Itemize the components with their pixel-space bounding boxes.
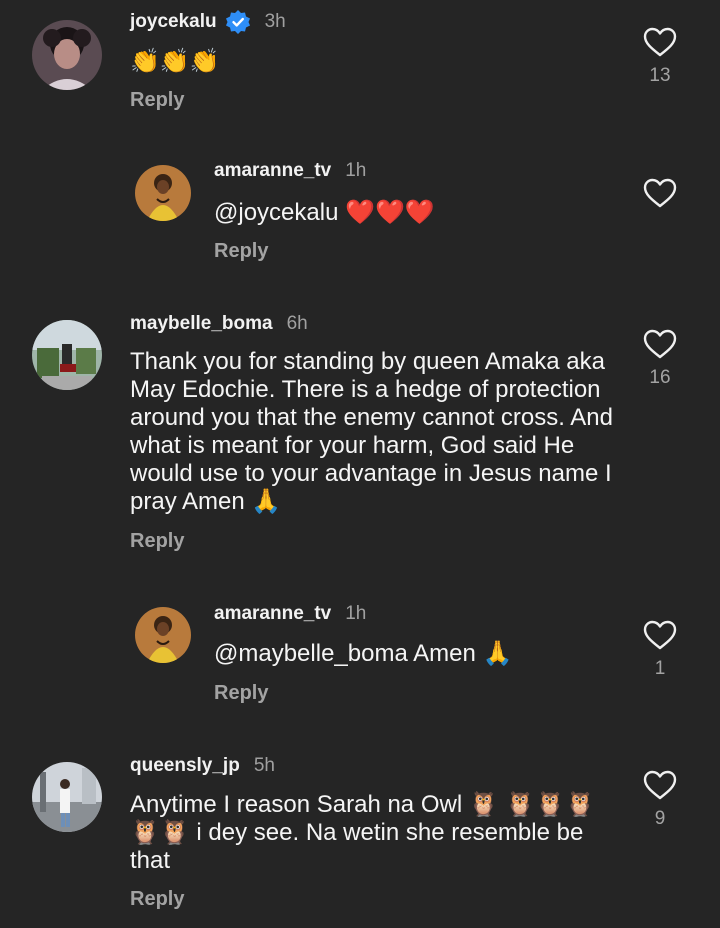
comment-header: amaranne_tv 1h bbox=[214, 160, 366, 182]
avatar-amaranne-tv[interactable] bbox=[135, 607, 191, 663]
timestamp: 1h bbox=[345, 160, 367, 181]
avatar-queensly-jp[interactable] bbox=[32, 762, 102, 832]
comment-text-content: 👏👏👏 bbox=[130, 47, 220, 75]
avatar-amaranne-tv[interactable] bbox=[135, 165, 191, 221]
timestamp: 1h bbox=[345, 603, 367, 624]
reply-amaranne-tv-2: amaranne_tv 1h @maybelle_boma Amen 🙏 Rep… bbox=[0, 592, 720, 722]
timestamp: 3h bbox=[264, 11, 286, 32]
like-button[interactable]: 1 bbox=[640, 620, 680, 680]
comment-header: queensly_jp 5h bbox=[130, 755, 275, 777]
username[interactable]: queensly_jp bbox=[130, 755, 240, 777]
username[interactable]: amaranne_tv bbox=[214, 603, 331, 625]
timestamp: 5h bbox=[253, 755, 275, 776]
comment-text-line: around you that the enemy cannot cross. … bbox=[130, 404, 613, 431]
like-count: 9 bbox=[654, 808, 666, 829]
username[interactable]: joycekalu bbox=[130, 11, 217, 33]
comment-text: @joycekalu ❤️❤️❤️ bbox=[214, 199, 624, 227]
username[interactable]: amaranne_tv bbox=[214, 160, 331, 182]
comment-text-line: Anytime I reason Sarah na Owl 🦉 🦉🦉🦉 bbox=[130, 791, 596, 818]
reply-button[interactable]: Reply bbox=[214, 682, 268, 705]
comment-maybelle-boma: maybelle_boma 6h Thank you for standing … bbox=[0, 300, 720, 570]
comment-text-line: that bbox=[130, 847, 171, 874]
reply-button[interactable]: Reply bbox=[130, 89, 184, 112]
comment-header: maybelle_boma 6h bbox=[130, 313, 308, 335]
avatar-maybelle-boma[interactable] bbox=[32, 320, 102, 390]
reply-button[interactable]: Reply bbox=[130, 530, 184, 553]
like-button[interactable]: 9 bbox=[640, 770, 680, 830]
reply-button[interactable]: Reply bbox=[130, 888, 184, 911]
comment-header: amaranne_tv 1h bbox=[214, 603, 366, 625]
heart-outline-icon bbox=[643, 178, 677, 208]
reply-button[interactable]: Reply bbox=[214, 240, 268, 263]
heart-outline-icon bbox=[643, 620, 677, 650]
verified-badge-icon bbox=[225, 9, 251, 35]
comment-text-content: @maybelle_boma Amen 🙏 bbox=[214, 640, 513, 667]
comment-queensly-jp: queensly_jp 5h Anytime I reason Sarah na… bbox=[0, 742, 720, 928]
comment-text-line: what is meant for your harm, God said He bbox=[130, 432, 575, 459]
comment-text-line: pray Amen 🙏 bbox=[130, 488, 282, 515]
reply-amaranne-tv-1: amaranne_tv 1h @joycekalu ❤️❤️❤️ Reply bbox=[0, 150, 720, 280]
comment-text-line: would use to your advantage in Jesus nam… bbox=[130, 460, 612, 487]
avatar-joycekalu[interactable] bbox=[32, 20, 102, 90]
like-button[interactable]: 16 bbox=[640, 329, 680, 389]
timestamp: 6h bbox=[286, 313, 308, 334]
comment-text-line: Thank you for standing by queen Amaka ak… bbox=[130, 348, 605, 375]
comment-text-line: 🦉🦉 i dey see. Na wetin she resemble be bbox=[130, 819, 584, 846]
like-count: 1 bbox=[654, 658, 666, 679]
comment-text: 👏👏👏 bbox=[130, 47, 615, 76]
like-button[interactable]: 13 bbox=[640, 27, 680, 87]
like-count: 13 bbox=[649, 65, 671, 86]
like-count: 16 bbox=[649, 367, 671, 388]
comment-text-content: @joycekalu ❤️❤️❤️ bbox=[214, 199, 435, 226]
heart-outline-icon bbox=[643, 27, 677, 57]
heart-outline-icon bbox=[643, 770, 677, 800]
comment-joycekalu: joycekalu 3h 👏👏👏 Reply 13 bbox=[0, 0, 720, 130]
like-button[interactable] bbox=[640, 178, 680, 208]
comment-text: Thank you for standing by queen Amaka ak… bbox=[130, 348, 630, 516]
comment-header: joycekalu 3h bbox=[130, 9, 286, 35]
comment-text: @maybelle_boma Amen 🙏 bbox=[214, 640, 624, 668]
username[interactable]: maybelle_boma bbox=[130, 313, 273, 335]
comment-text-line: May Edochie. There is a hedge of protect… bbox=[130, 376, 601, 403]
comment-text: Anytime I reason Sarah na Owl 🦉 🦉🦉🦉 🦉🦉 i… bbox=[130, 791, 630, 875]
heart-outline-icon bbox=[643, 329, 677, 359]
